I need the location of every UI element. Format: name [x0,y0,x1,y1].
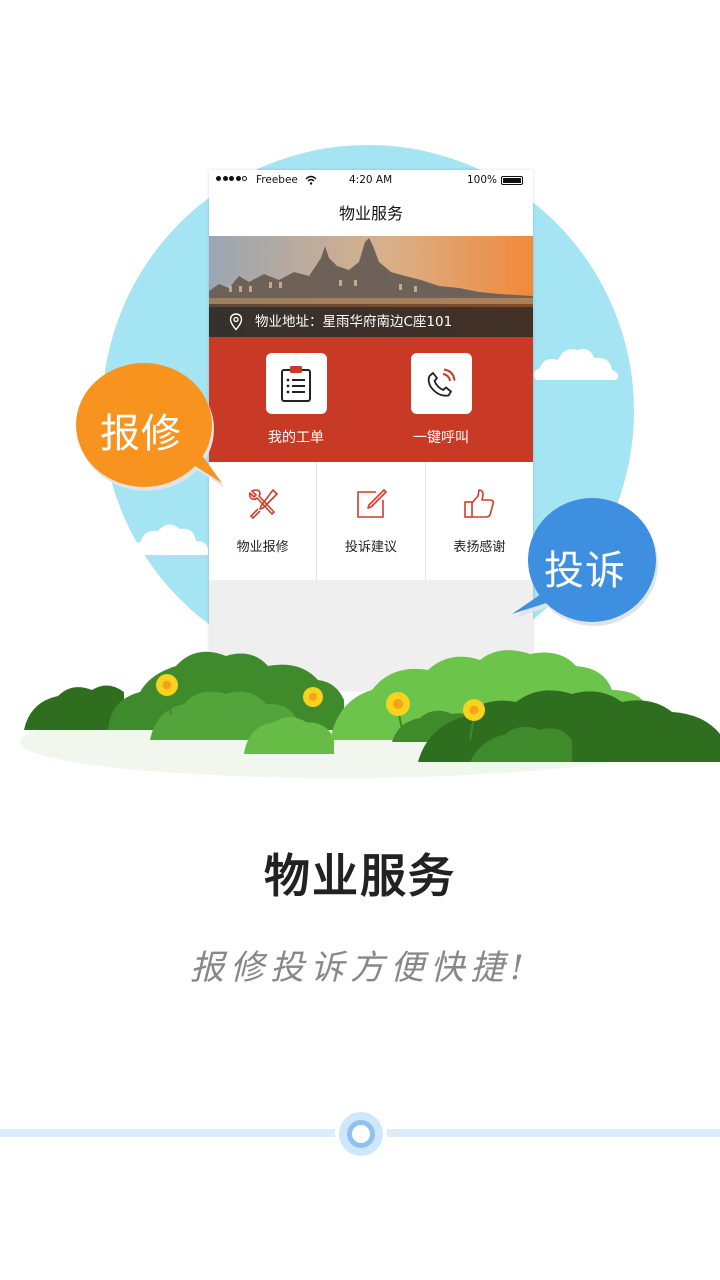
thumbs-up-icon [464,489,495,518]
page-headline: 物业服务 [264,849,456,903]
quick-actions-panel: 我的工单 一键呼叫 [209,337,533,462]
address-bar: 物业地址：星雨华府南边C座101 [209,307,533,337]
nav-title: 物业服务 [209,192,533,236]
phone-mockup: Freebee 4:20 AM 100% 物业服务 物业地址：星雨华府南边C座1… [209,170,533,690]
page-indicator [0,1105,720,1161]
status-time: 4:20 AM [349,174,393,186]
my-orders-label: 我的工单 [268,430,324,446]
green-hills-illustration [20,650,720,778]
one-key-call-button[interactable]: 一键呼叫 [386,353,496,447]
clipboard-icon [281,365,311,402]
complaint-bubble-text: 投诉 [544,548,626,594]
services-grid: 物业报修 投诉建议 表扬感谢 [209,462,533,580]
tools-icon [248,489,278,520]
complaint-bubble: 投诉 [512,492,662,632]
location-pin-icon [229,313,243,331]
battery-percent: 100% [467,174,498,186]
one-key-call-label: 一键呼叫 [413,430,469,446]
repair-bubble: 报修 [76,363,226,493]
my-orders-button[interactable]: 我的工单 [241,353,351,447]
cloud-right [533,349,619,380]
property-repair-label: 物业报修 [236,540,289,555]
complaint-suggestion-label: 投诉建议 [344,540,397,555]
wifi-icon [305,175,317,185]
battery-icon [501,176,523,185]
signal-icon [216,176,247,181]
edit-icon [357,489,387,518]
complaint-suggestion-button[interactable]: 投诉建议 [317,462,426,580]
repair-bubble-text: 报修 [100,411,182,457]
carrier-name: Freebee [256,174,298,186]
pager-dot-active[interactable] [335,1108,387,1160]
status-bar: Freebee 4:20 AM 100% [209,170,533,192]
property-address: 物业地址：星雨华府南边C座101 [255,314,453,330]
cloud-left [122,524,209,555]
phone-ring-icon [427,368,456,397]
banner-image: 物业地址：星雨华府南边C座101 [209,236,533,337]
page-tagline: 报修投诉方便快捷! [190,948,530,988]
